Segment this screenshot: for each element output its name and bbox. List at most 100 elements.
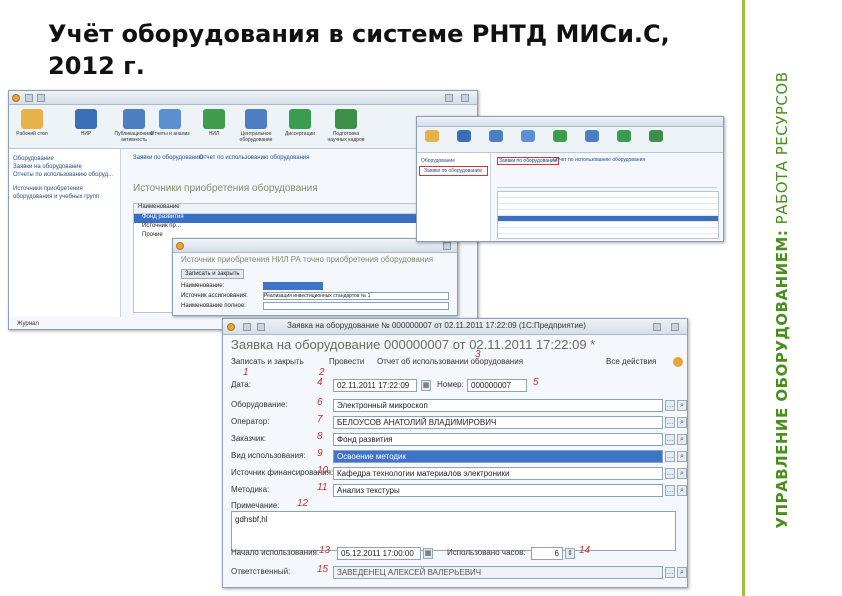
ribbon-label[interactable]: НИР	[66, 131, 106, 137]
funding-field[interactable]: Кафедра технологии материалов электроник…	[333, 467, 663, 480]
requests-list-window: Оборудование Заявки по оборудованию Заяв…	[416, 116, 724, 242]
note-textarea[interactable]: gdhsbf,hl	[231, 511, 676, 551]
operator-field[interactable]: БЕЛОУСОВ АНАТОЛИЙ ВЛАДИМИРОВИЧ	[333, 416, 663, 429]
number-field[interactable]: 000000007	[467, 379, 527, 392]
equipment-icon[interactable]	[585, 130, 599, 142]
start-datetime-field[interactable]: 05.12.2011 17:00:00	[337, 547, 421, 560]
hours-field[interactable]: 6	[531, 547, 563, 560]
nav-item-requests[interactable]: Заявки по оборудованию	[419, 166, 488, 176]
ribbon-label[interactable]: Рабочий стол	[12, 131, 52, 137]
ribbon-label[interactable]: Публикационная активность	[114, 131, 154, 143]
subform-logo-icon	[176, 242, 184, 250]
nav-forward-icon[interactable]	[257, 323, 265, 331]
status-journal[interactable]: Журнал	[17, 321, 39, 327]
subform-input-fullname[interactable]	[263, 302, 449, 310]
subform-heading: Источник приобретения НИЛ РА точно приоб…	[181, 255, 434, 264]
search-icon[interactable]: ⌕	[677, 417, 687, 428]
nav-back-icon[interactable]	[25, 94, 33, 102]
request-form-window: Заявка на оборудование № 000000007 от 02…	[222, 318, 688, 588]
research-icon[interactable]	[457, 130, 471, 142]
dissertations-icon[interactable]	[289, 109, 311, 129]
nav-item-requests[interactable]: Заявки на оборудование	[9, 163, 120, 171]
select-button[interactable]: …	[665, 451, 675, 462]
all-actions-menu[interactable]: Все действия	[606, 357, 656, 366]
subform-save-button[interactable]: Записать и закрыть	[181, 269, 244, 279]
method-field[interactable]: Анализ текстуры	[333, 484, 663, 497]
tab-requests[interactable]: Заявки по оборудованию	[497, 157, 560, 165]
ribbon-label[interactable]: НИЛ	[194, 131, 234, 137]
minimize-icon[interactable]	[653, 323, 661, 331]
row-usage-type: Вид использования: 9 Освоение методик … …	[231, 448, 687, 464]
post-button[interactable]: Провести	[329, 357, 364, 366]
lab-icon[interactable]	[553, 130, 567, 142]
reports-icon[interactable]	[159, 109, 181, 129]
table-row[interactable]	[498, 228, 718, 234]
source-subform-window: Источник приобретения НИЛ РА точно приоб…	[172, 238, 458, 316]
staff-training-icon[interactable]	[335, 109, 357, 129]
select-button[interactable]: …	[665, 400, 675, 411]
search-icon[interactable]: ⌕	[677, 567, 687, 578]
nav-item-equipment[interactable]: Оборудование	[417, 157, 490, 165]
usage-type-field[interactable]: Освоение методик	[333, 450, 663, 463]
help-icon[interactable]	[673, 357, 683, 367]
tab-requests[interactable]: Заявки по оборудованию	[133, 155, 203, 161]
save-close-button[interactable]: Записать и закрыть	[231, 357, 304, 366]
ribbon-label[interactable]: Диссертации	[280, 131, 320, 137]
customer-field[interactable]: Фонд развития	[333, 433, 663, 446]
subform-input-source[interactable]: Реализация инвестиционных стандартов № 1	[263, 292, 449, 300]
nav-item-equipment[interactable]: Оборудование	[9, 155, 120, 163]
label-date: Дата:	[231, 380, 251, 389]
ribbon-label[interactable]: Отчеты и анализ	[150, 131, 190, 137]
desktop-icon[interactable]	[21, 109, 43, 129]
select-button[interactable]: …	[665, 485, 675, 496]
lab-icon[interactable]	[203, 109, 225, 129]
research-icon[interactable]	[75, 109, 97, 129]
ribbon-label[interactable]: Подготовка научных кадров	[326, 131, 366, 143]
calendar-icon[interactable]: ▦	[423, 548, 433, 559]
desktop-icon[interactable]	[425, 130, 439, 142]
nav-forward-icon[interactable]	[37, 94, 45, 102]
minimize-icon[interactable]	[445, 94, 453, 102]
equipment-icon[interactable]	[245, 109, 267, 129]
subform-label: Источник ассигнования:	[181, 293, 248, 299]
staff-training-icon[interactable]	[649, 130, 663, 142]
publications-icon[interactable]	[123, 109, 145, 129]
annotation-4: 4	[317, 377, 323, 388]
search-icon[interactable]: ⌕	[677, 400, 687, 411]
subform-close-icon[interactable]	[443, 242, 451, 250]
nav-item-usage-reports[interactable]: Отчеты по использованию оборуд...	[9, 171, 120, 179]
close-icon[interactable]	[461, 94, 469, 102]
select-button[interactable]: …	[665, 417, 675, 428]
dissertations-icon[interactable]	[617, 130, 631, 142]
publications-icon[interactable]	[489, 130, 503, 142]
search-icon[interactable]: ⌕	[677, 468, 687, 479]
row-date: Дата: 4 02.11.2011 17:22:09 ▦ Номер: 000…	[231, 377, 686, 393]
reports-icon[interactable]	[521, 130, 535, 142]
equipment-field[interactable]: Электронный микроскоп	[333, 399, 663, 412]
calendar-icon[interactable]: ▦	[421, 380, 431, 391]
tree-item-source[interactable]: Источник пр...	[134, 223, 417, 232]
date-field[interactable]: 02.11.2011 17:22:09	[333, 379, 417, 392]
row-operator: Оператор: 7 БЕЛОУСОВ АНАТОЛИЙ ВЛАДИМИРОВ…	[231, 414, 687, 430]
search-icon[interactable]: ⌕	[677, 485, 687, 496]
select-button[interactable]: …	[665, 567, 675, 578]
row-equipment: Оборудование: 6 Электронный микроскоп … …	[231, 397, 687, 413]
tree-item-fund[interactable]: Фонд развития	[134, 214, 417, 223]
close-icon[interactable]	[671, 323, 679, 331]
select-button[interactable]: …	[665, 434, 675, 445]
label-author: Ответственный:	[231, 567, 291, 576]
side-caption-bold: УПРАВЛЕНИЕ ОБОРУДОВАНИЕМ:	[773, 229, 791, 529]
tab-usage-report[interactable]: Отчет по использованию оборудования	[199, 155, 309, 161]
annotation-12: 12	[297, 498, 309, 509]
stepper-icon[interactable]: ⇕	[565, 548, 575, 559]
subform-input-name[interactable]	[263, 282, 323, 290]
usage-report-link[interactable]: Отчет об использовании оборудования	[377, 357, 523, 366]
author-field[interactable]: ЗАВЕДЕНЕЦ АЛЕКСЕЙ ВАЛЕРЬЕВИЧ	[333, 566, 663, 579]
nav-item-sources[interactable]: Источники приобретения оборудования и уч…	[9, 185, 120, 201]
search-icon[interactable]: ⌕	[677, 451, 687, 462]
ribbon-label[interactable]: Центральное оборудование	[236, 131, 276, 143]
nav-back-icon[interactable]	[243, 323, 251, 331]
search-icon[interactable]: ⌕	[677, 434, 687, 445]
select-button[interactable]: …	[665, 468, 675, 479]
tab-usage-report[interactable]: Отчет по использованию оборудования	[553, 157, 645, 163]
